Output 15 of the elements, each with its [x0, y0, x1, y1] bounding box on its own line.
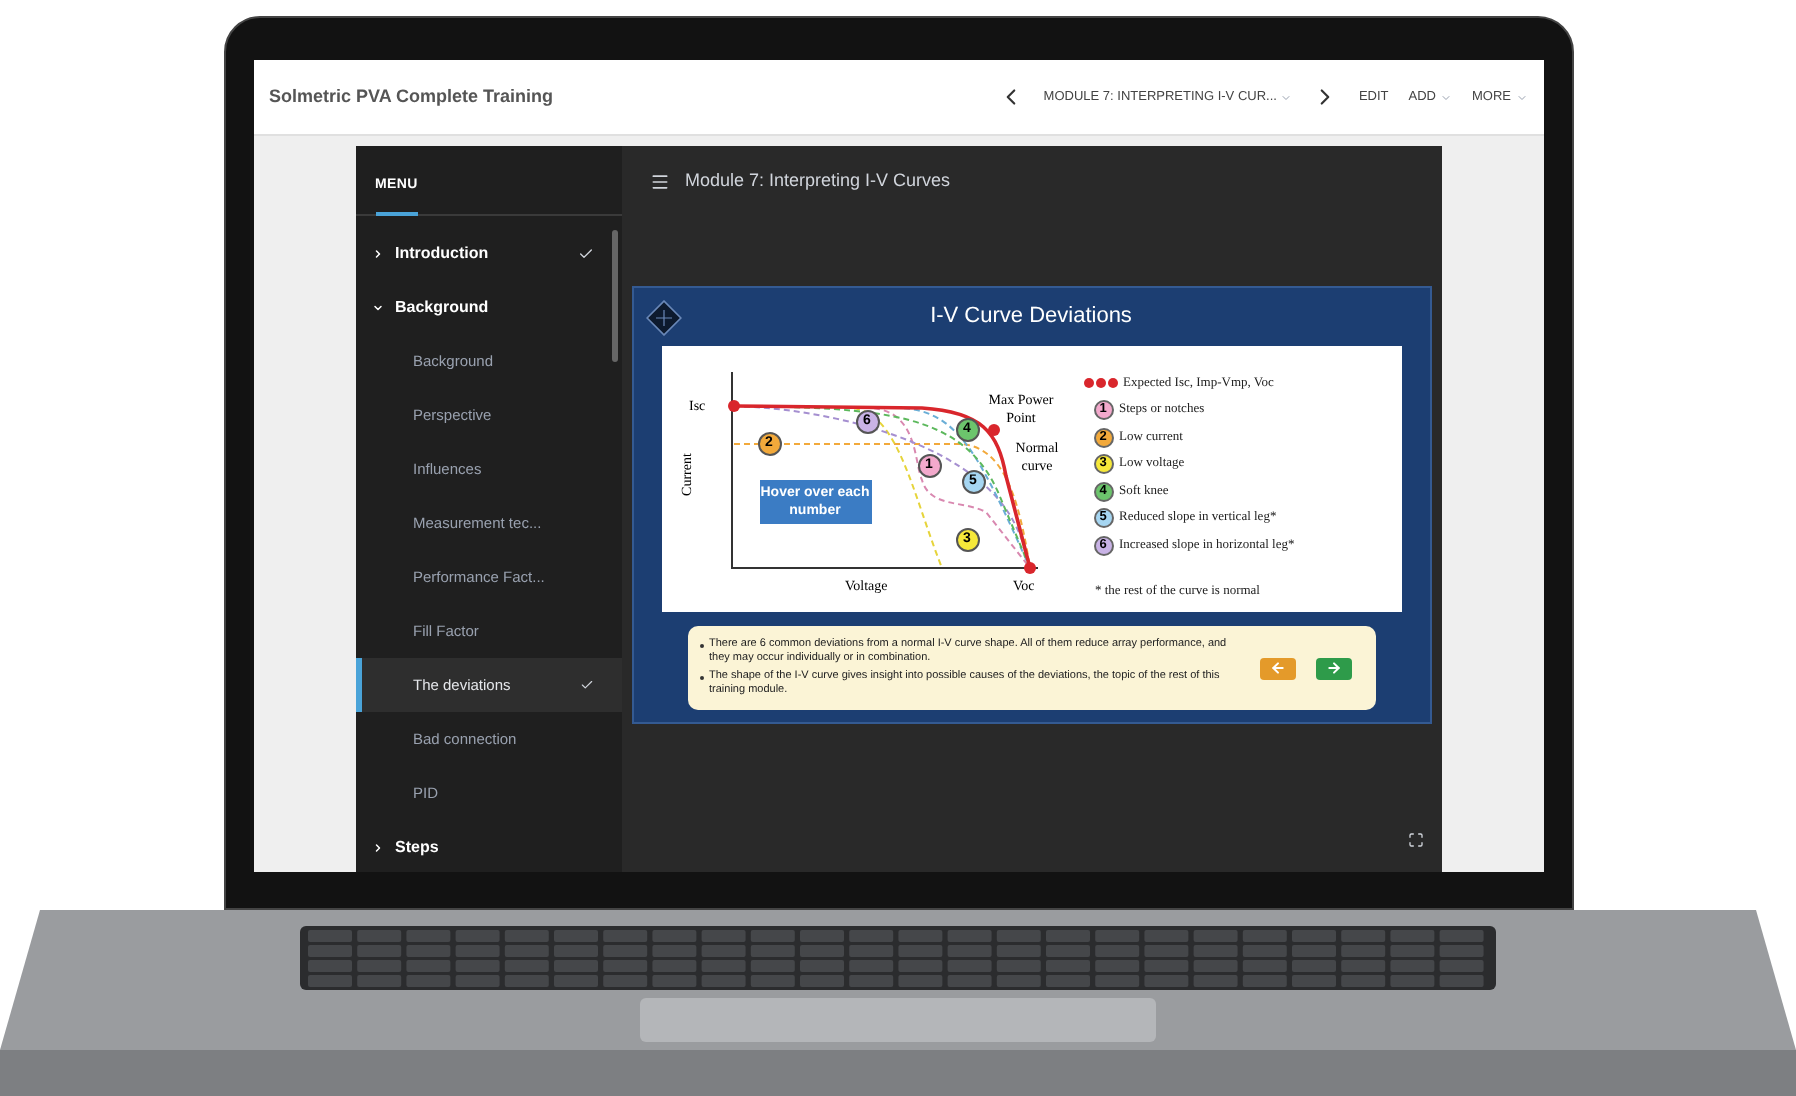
- menu-section[interactable]: Steps: [355, 820, 621, 872]
- course-title: Solmetric PVA Complete Training: [269, 83, 554, 110]
- menu-icon[interactable]: [649, 171, 669, 191]
- caret-icon: [1515, 91, 1527, 103]
- arrow-left-icon: [1269, 660, 1285, 676]
- lesson-title: Module 7: Interpreting I-V Curves: [685, 167, 951, 194]
- arrow-right-icon: [1325, 660, 1341, 676]
- menu-section[interactable]: Introduction: [355, 226, 621, 280]
- fullscreen-icon[interactable]: [1407, 832, 1423, 848]
- caret-icon: [1280, 91, 1293, 103]
- next-slide-button[interactable]: [1315, 657, 1351, 679]
- caret-icon: [1440, 91, 1452, 103]
- scrollbar-thumb: [611, 230, 617, 362]
- slide-title: I-V Curve Deviations: [928, 302, 1134, 333]
- menu-section[interactable]: Background: [355, 280, 621, 334]
